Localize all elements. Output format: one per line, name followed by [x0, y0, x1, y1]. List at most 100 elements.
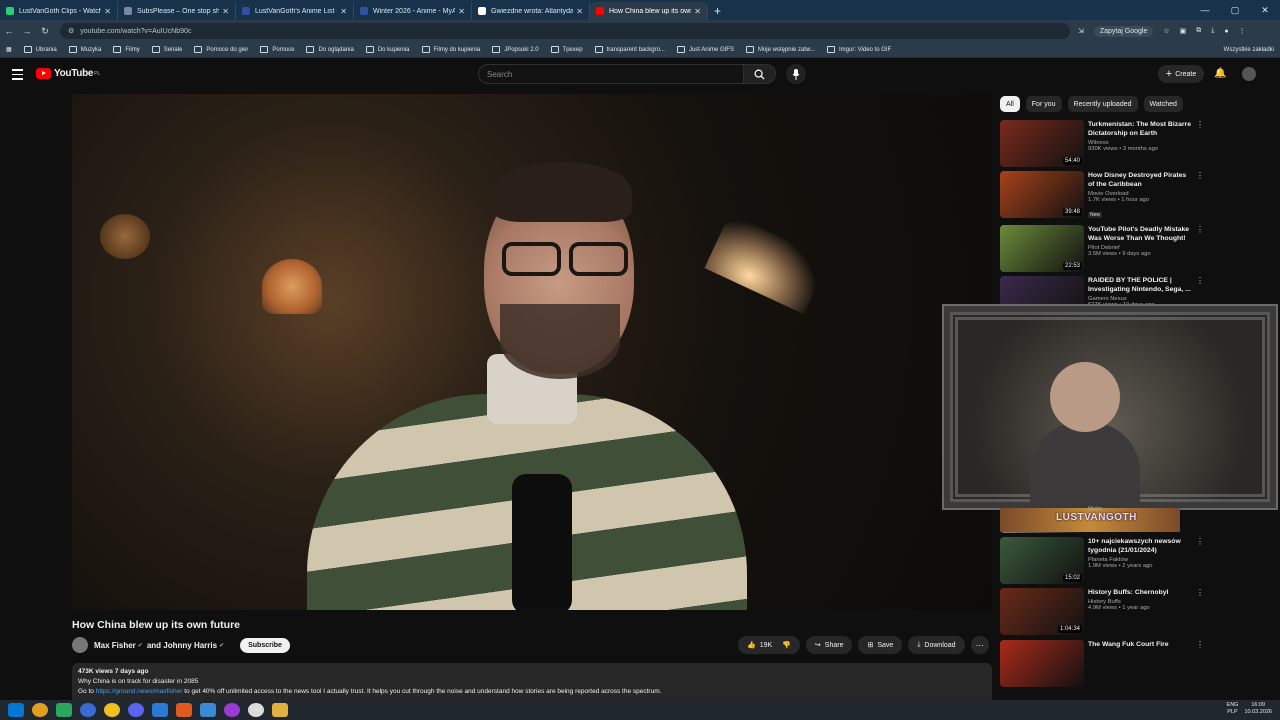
download-button[interactable]: ⤓ Download — [908, 636, 965, 654]
bookmark-item[interactable]: Filmy — [113, 46, 140, 53]
video-thumbnail[interactable]: 1:04:34 — [1000, 588, 1084, 635]
more-options-icon[interactable]: ⋮ — [1196, 225, 1204, 234]
all-bookmarks[interactable]: Wszystkie zakładki — [1224, 47, 1274, 53]
account-avatar[interactable] — [1242, 67, 1256, 81]
close-window-icon[interactable]: ✕ — [1250, 0, 1280, 20]
channel-name[interactable]: Max Fisher — [94, 641, 136, 650]
save-button[interactable]: ⊞ Save — [858, 636, 903, 654]
browser-menu-icon[interactable]: ⋮ — [1239, 27, 1246, 35]
notifications-bell-icon[interactable]: 🔔 — [1214, 68, 1226, 79]
recommended-video[interactable]: 1:04:34 History Buffs: Chernobyl History… — [1000, 588, 1204, 636]
video-thumbnail[interactable]: 54:40 — [1000, 120, 1084, 167]
subscribe-button[interactable]: Subscribe — [240, 637, 290, 653]
tab-close-icon[interactable]: ✕ — [694, 7, 701, 16]
bookmark-item[interactable]: Pomoce — [260, 46, 294, 53]
create-button[interactable]: + Create — [1158, 65, 1204, 83]
install-icon[interactable]: ⇲ — [1078, 27, 1084, 35]
url-field[interactable]: ⚙ youtube.com/watch?v=AuIUcNb90c — [60, 23, 1070, 39]
video-player[interactable] — [72, 94, 992, 610]
browser-tab[interactable]: LustVanGoth's Anime List - My...✕ — [236, 2, 354, 20]
bookmark-item[interactable]: Imgur: Video to GIF — [826, 46, 891, 53]
bookmark-star-icon[interactable]: ☆ — [1163, 27, 1169, 35]
back-icon[interactable]: ← — [0, 26, 18, 36]
tab-close-icon[interactable]: ✕ — [222, 7, 229, 16]
recommended-title[interactable]: Turkmenistan: The Most Bizarre Dictators… — [1088, 120, 1192, 138]
extensions-puzzle-icon[interactable]: ⧉ — [1196, 27, 1201, 35]
search-button[interactable] — [744, 64, 776, 84]
chrome-icon[interactable] — [32, 703, 48, 717]
recommended-title[interactable]: History Buffs: Chernobyl — [1088, 588, 1192, 597]
bookmark-item[interactable]: Moje wstępnie zatw... — [745, 46, 815, 53]
recommended-title[interactable]: How Disney Destroyed Pirates of the Cari… — [1088, 171, 1192, 189]
voice-search-button[interactable] — [786, 64, 806, 84]
video-thumbnail[interactable]: 22:53 — [1000, 225, 1084, 272]
minimize-icon[interactable]: — — [1190, 0, 1220, 20]
tab-close-icon[interactable]: ✕ — [104, 7, 111, 16]
site-info-icon[interactable]: ⚙ — [68, 27, 74, 35]
app-icon[interactable] — [104, 703, 120, 717]
bookmark-item[interactable]: Pomoce do gier — [194, 46, 248, 53]
app-icon[interactable] — [248, 703, 264, 717]
recommended-video[interactable]: 22:53 YouTube Pilot's Deadly Mistake Was… — [1000, 225, 1204, 273]
bookmark-item[interactable]: Ubrania — [23, 46, 57, 53]
input-language[interactable]: ENG PLP — [1227, 702, 1239, 716]
extension-icon[interactable]: ▣ — [1180, 27, 1187, 35]
recommended-video[interactable]: The Wang Fuk Court Fire ⋮ — [1000, 640, 1204, 688]
share-button[interactable]: ↪ Share — [805, 636, 853, 654]
menu-icon[interactable] — [12, 69, 23, 83]
vlc-icon[interactable] — [176, 703, 192, 717]
browser-tab[interactable]: Winter 2026 - Anime - MyAnim...✕ — [354, 2, 472, 20]
recommended-title[interactable]: YouTube Pilot's Deadly Mistake Was Worse… — [1088, 225, 1192, 243]
bookmark-item[interactable]: Do oglądania — [306, 46, 354, 53]
browser-tab[interactable]: Gwiezdne wrota: Atlantyda / St...✕ — [472, 2, 590, 20]
youtube-logo[interactable]: YouTube PL — [36, 68, 100, 79]
tab-close-icon[interactable]: ✕ — [576, 7, 583, 16]
filter-chip[interactable]: Recently uploaded — [1067, 96, 1138, 112]
bookmark-item[interactable]: JPopsuki 2.0 — [492, 46, 539, 53]
browser-tab[interactable]: SubsPlease – One stop shop fo...✕ — [118, 2, 236, 20]
video-description[interactable]: 473K views 7 days ago Why China is on tr… — [72, 663, 992, 703]
clock[interactable]: 16:09 10.03.2026 — [1244, 702, 1272, 716]
file-explorer-icon[interactable] — [272, 703, 288, 717]
thumbs-down-icon[interactable]: 👎 — [782, 641, 791, 649]
more-options-icon[interactable]: ⋮ — [1196, 276, 1204, 285]
bookmark-item[interactable]: Filmy do kupienia — [421, 46, 480, 53]
maximize-icon[interactable]: ▢ — [1220, 0, 1250, 20]
recommended-title[interactable]: RAIDED BY THE POLICE | Investigating Nin… — [1088, 276, 1192, 294]
browser-icon[interactable] — [80, 703, 96, 717]
forward-icon[interactable]: → — [18, 26, 36, 36]
filter-chip[interactable]: Watched — [1143, 96, 1183, 112]
recommended-video[interactable]: 39:48 How Disney Destroyed Pirates of th… — [1000, 171, 1204, 219]
recommended-video[interactable]: 15:02 10+ najciekawszych newsów tygodnia… — [1000, 537, 1204, 585]
start-icon[interactable] — [8, 703, 24, 717]
bookmark-item[interactable]: Tpexep — [550, 46, 583, 53]
browser-tab[interactable]: How China blew up its own ✕ — [590, 2, 708, 20]
more-options-icon[interactable]: ⋮ — [1196, 171, 1204, 180]
search-input[interactable]: Search — [478, 64, 744, 84]
more-options-icon[interactable]: ⋮ — [1196, 537, 1204, 546]
bookmark-item[interactable]: transparent backgro... — [594, 46, 665, 53]
app-icon[interactable] — [224, 703, 240, 717]
video-thumbnail[interactable]: 39:48 — [1000, 171, 1084, 218]
telegram-icon[interactable] — [200, 703, 216, 717]
bookmark-item[interactable]: Muzyka — [68, 46, 101, 53]
app-icon[interactable] — [56, 703, 72, 717]
video-thumbnail[interactable] — [1000, 640, 1084, 687]
app-icon[interactable] — [152, 703, 168, 717]
video-thumbnail[interactable]: 15:02 — [1000, 537, 1084, 584]
bookmark-item[interactable]: Do kupienia — [365, 46, 410, 53]
new-tab-icon[interactable]: + — [714, 2, 721, 20]
apps-grid-icon[interactable]: ▦ — [6, 46, 12, 53]
sponsor-link[interactable]: https://ground.news/maxfisher — [96, 688, 183, 695]
discord-icon[interactable] — [128, 703, 144, 717]
ask-google-button[interactable]: Zapytaj Google — [1093, 25, 1154, 37]
filter-chip[interactable]: All — [1000, 96, 1020, 112]
recommended-title[interactable]: The Wang Fuk Court Fire — [1088, 640, 1192, 649]
recommended-video[interactable]: 54:40 Turkmenistan: The Most Bizarre Dic… — [1000, 120, 1204, 168]
filter-chip[interactable]: For you — [1025, 96, 1062, 112]
more-actions-icon[interactable]: ⋯ — [970, 636, 989, 654]
profile-icon[interactable]: ● — [1224, 28, 1228, 35]
bookmark-item[interactable]: Seriale — [151, 46, 182, 53]
channel-avatar[interactable] — [72, 637, 88, 653]
more-options-icon[interactable]: ⋮ — [1196, 120, 1204, 129]
